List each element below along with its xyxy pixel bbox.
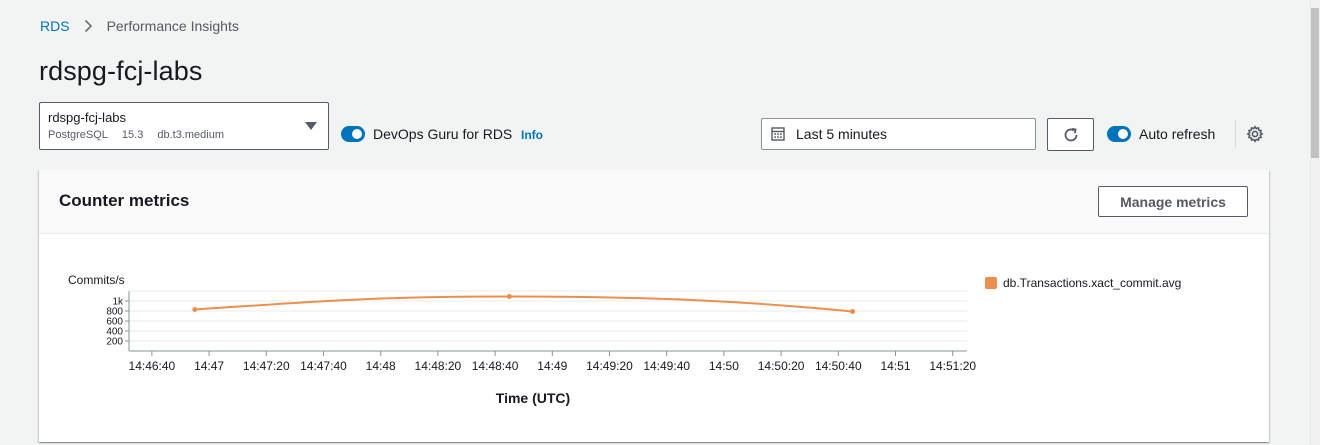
x-tick-label: 14:50 <box>709 359 739 373</box>
chevron-right-icon <box>84 19 93 33</box>
refresh-button[interactable] <box>1047 118 1094 151</box>
data-point <box>192 307 198 312</box>
breadcrumb-rds-link[interactable]: RDS <box>40 18 70 34</box>
manage-metrics-button[interactable]: Manage metrics <box>1098 186 1248 217</box>
time-range-selector[interactable]: Last 5 minutes <box>761 118 1036 150</box>
legend-swatch <box>985 277 997 289</box>
gear-icon[interactable] <box>1246 125 1264 143</box>
refresh-icon <box>1064 127 1077 141</box>
series-line <box>194 295 853 313</box>
counter-metrics-panel: Counter metrics Manage metrics 200 400 600… <box>39 170 1269 442</box>
x-tick-label: 14:51 <box>880 359 910 373</box>
page-title: rdspg-fcj-labs <box>39 56 203 86</box>
database-name: rdspg-fcj-labs <box>48 110 127 125</box>
breadcrumb: RDS Performance Insights <box>40 16 239 36</box>
devops-guru-label: DevOps Guru for RDS <box>373 126 513 142</box>
y-tick-label: 800 <box>106 307 123 318</box>
page-scrollbar[interactable] <box>1310 0 1320 445</box>
x-tick-label: 14:49 <box>537 359 567 373</box>
y-tick-label: 600 <box>106 317 123 328</box>
toolbar-divider <box>1235 120 1236 148</box>
x-tick-label: 14:47 <box>194 359 224 373</box>
auto-refresh-toggle[interactable] <box>1107 126 1131 142</box>
database-engine: PostgreSQL <box>48 129 108 141</box>
y-tick-label: 200 <box>106 337 123 348</box>
y-axis-label: Commits/s <box>68 273 125 287</box>
x-tick-label: 14:47:40 <box>300 359 347 373</box>
x-axis-label: Time (UTC) <box>496 390 570 406</box>
time-range-label: Last 5 minutes <box>796 126 888 142</box>
breadcrumb-current: Performance Insights <box>106 18 239 34</box>
x-tick-label: 14:48 <box>366 359 396 373</box>
calendar-icon <box>771 127 785 141</box>
panel-title: Counter metrics <box>59 191 190 210</box>
x-tick-label: 14:48:20 <box>415 359 462 373</box>
database-instance-class: db.t3.medium <box>157 129 224 141</box>
devops-guru-toggle[interactable] <box>341 126 365 142</box>
data-point <box>506 294 512 299</box>
database-version: 15.3 <box>121 129 144 141</box>
x-tick-label: 14:47:20 <box>243 359 290 373</box>
y-tick-label: 1k <box>112 297 124 308</box>
legend-label: db.Transactions.xact_commit.avg <box>1003 276 1182 290</box>
caret-down-icon <box>305 122 317 130</box>
chart-legend[interactable]: db.Transactions.xact_commit.avg <box>985 276 1181 290</box>
x-tick-label: 14:50:40 <box>815 359 862 373</box>
x-tick-label: 14:50:20 <box>758 359 805 373</box>
y-tick-label: 400 <box>106 327 123 338</box>
database-meta: PostgreSQL 15.3 db.t3.medium <box>48 129 320 141</box>
x-tick-label: 14:49:20 <box>586 359 633 373</box>
panel-header: Counter metrics Manage metrics <box>39 170 1269 234</box>
data-point <box>850 309 856 314</box>
x-tick-label: 14:51:20 <box>929 359 976 373</box>
scrollbar-thumb[interactable] <box>1311 8 1319 158</box>
x-tick-label: 14:48:40 <box>472 359 519 373</box>
counter-metrics-chart: 2004006008001k 14:46:40 14:47 14:47:20 14:47… <box>68 273 976 406</box>
auto-refresh-label: Auto refresh <box>1139 126 1216 142</box>
devops-guru-info-link[interactable]: Info <box>521 128 543 142</box>
x-tick-label: 14:49:40 <box>643 359 690 373</box>
x-tick-label: 14:46:40 <box>129 359 176 373</box>
chart-axes: 2004006008001k 14:46:40 14:47 14:47:20 14:47… <box>106 291 976 373</box>
database-selector[interactable]: rdspg-fcj-labs PostgreSQL 15.3 db.t3.med… <box>39 102 329 150</box>
chart-grid <box>129 290 967 342</box>
